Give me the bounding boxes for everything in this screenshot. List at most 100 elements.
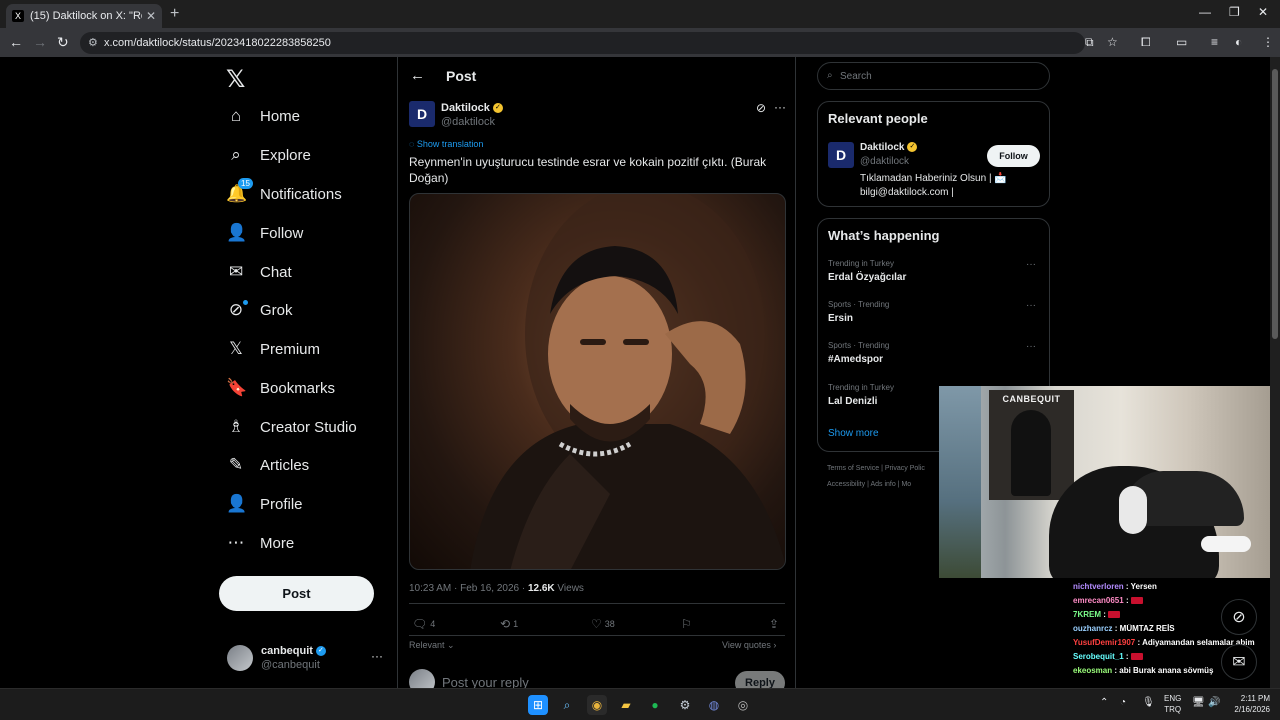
grok-explain-icon[interactable]: ⊘	[756, 101, 766, 115]
follow-button[interactable]: Follow	[987, 145, 1040, 167]
trend-more-icon[interactable]: ···	[1026, 300, 1036, 311]
site-info-icon[interactable]: ⚙	[88, 36, 98, 49]
divider	[409, 635, 785, 636]
view-quotes-link[interactable]: View quotes ›	[722, 640, 776, 650]
relevant-avatar[interactable]: D	[828, 142, 854, 168]
bookmark-star-icon[interactable]: ☆	[1107, 35, 1118, 49]
bookmark-button[interactable]: ⚐	[681, 617, 692, 631]
post-image[interactable]	[409, 193, 786, 570]
grok-float-icon[interactable]: ⊘	[1221, 599, 1257, 635]
trend-item[interactable]: Ersin	[828, 313, 853, 324]
tray-app-icon[interactable]: ◔	[1120, 697, 1126, 708]
nav-articles[interactable]: ✎ Articles	[226, 450, 309, 480]
repost-icon: ⟲	[500, 617, 511, 631]
nav-home[interactable]: ⌂ Home	[226, 101, 300, 131]
bio-email-link[interactable]: bilgi@daktilock.com |	[860, 186, 1040, 200]
minimize-icon[interactable]: —	[1199, 5, 1211, 19]
chrome-icon[interactable]: ◉	[587, 695, 607, 715]
search-input[interactable]: ⌕ Search	[817, 62, 1050, 90]
nav-profile[interactable]: 👤 Profile	[226, 489, 303, 519]
browser-menu-icon[interactable]: ⋮	[1262, 35, 1274, 49]
scrollbar-thumb[interactable]	[1272, 69, 1278, 339]
x-logo-icon[interactable]: 𝕏	[226, 65, 245, 94]
nav-grok[interactable]: ⊘ Grok	[226, 295, 293, 325]
close-tab-icon[interactable]: ✕	[146, 9, 156, 23]
author-handle[interactable]: @daktilock	[441, 116, 495, 128]
spotify-icon[interactable]: ●	[645, 695, 665, 715]
reply-sort-dropdown[interactable]: Relevant ⌄	[409, 640, 455, 651]
nav-explore[interactable]: ⌕ Explore	[226, 140, 311, 170]
sidepanel-icon[interactable]: ▭	[1176, 35, 1187, 49]
install-app-icon[interactable]: ⧉	[1085, 35, 1094, 50]
post-timestamp[interactable]: 10:23 AM · Feb 16, 2026 ·	[409, 583, 528, 594]
nav-premium[interactable]: 𝕏 Premium	[226, 334, 320, 364]
url-text: x.com/daktilock/status/20234180222838582…	[104, 37, 331, 49]
nav-chat[interactable]: ✉ Chat	[226, 257, 292, 287]
search-icon: ⌕	[827, 70, 833, 81]
account-more-icon[interactable]: ···	[371, 649, 383, 663]
repost-button[interactable]: ⟲ 1	[500, 617, 518, 631]
webcam-poster: CANBEQUIT	[989, 390, 1074, 500]
footer-links-row-1[interactable]: Terms of Service | Privacy Polic	[827, 465, 925, 472]
relevant-name[interactable]: Daktilock	[860, 142, 904, 153]
discord-icon[interactable]: ◍	[704, 695, 724, 715]
share-button[interactable]: ⇪	[769, 617, 779, 631]
back-icon[interactable]: ←	[9, 34, 23, 50]
reading-list-icon[interactable]: ≡	[1211, 35, 1218, 49]
url-input[interactable]: ⚙ x.com/daktilock/status/202341802228385…	[80, 32, 1085, 54]
post-column: ← Post D Daktilock ✓ @daktilock ⊘ ··· ◌ S…	[397, 57, 796, 688]
trend-item[interactable]: Erdal Özyağcılar	[828, 272, 906, 283]
windows-start-icon[interactable]: ⊞	[528, 695, 548, 715]
trend-more-icon[interactable]: ···	[1026, 259, 1036, 270]
restore-icon[interactable]: ❐	[1229, 5, 1240, 19]
nav-label: Bookmarks	[260, 379, 336, 397]
show-translation-link[interactable]: ◌ Show translation	[409, 139, 483, 149]
nav-label: Profile	[260, 495, 303, 513]
reply-button[interactable]: 🗨 4	[412, 617, 435, 631]
footer-links-row-2[interactable]: Accessibility | Ads info | Mo	[827, 481, 911, 488]
microphone-icon[interactable]: 🎙	[1142, 697, 1155, 708]
verified-badge-icon: ✓	[315, 646, 326, 657]
file-explorer-icon[interactable]: ▰	[616, 695, 636, 715]
verified-badge-icon: ✓	[492, 103, 503, 114]
like-button[interactable]: ♡ 38	[591, 617, 615, 631]
trend-category: Sports · Trending	[828, 341, 890, 350]
messages-float-icon[interactable]: ✉	[1221, 644, 1257, 680]
language-indicator[interactable]: ENG TRQ	[1164, 693, 1181, 715]
account-switcher[interactable]: canbequit ✓ @canbequit ···	[227, 645, 387, 675]
nav-creator-studio[interactable]: ♗ Creator Studio	[226, 412, 356, 442]
reply-input[interactable]: Post your reply	[442, 675, 529, 688]
home-icon: ⌂	[230, 106, 242, 125]
nav-more[interactable]: ⋯ More	[226, 528, 295, 558]
volume-icon[interactable]: 🔊	[1208, 697, 1220, 708]
app-icon[interactable]: ◎	[733, 695, 753, 715]
extensions-icon[interactable]: ⧠	[1141, 35, 1151, 50]
post-button[interactable]: Post	[219, 576, 374, 611]
author-name[interactable]: Daktilock	[441, 102, 490, 114]
show-more-link[interactable]: Show more	[828, 428, 879, 439]
network-icon[interactable]: 🖥	[1192, 697, 1205, 708]
nav-notifications[interactable]: 🔔 15 Notifications	[226, 178, 342, 209]
nav-follow[interactable]: 👤 Follow	[226, 218, 303, 248]
tray-chevron-icon[interactable]: ⌃	[1100, 697, 1108, 708]
trend-more-icon[interactable]: ···	[1026, 341, 1036, 352]
close-window-icon[interactable]: ✕	[1258, 5, 1268, 19]
trend-item[interactable]: Lal Denizli	[828, 396, 877, 407]
trend-item[interactable]: #Amedspor	[828, 354, 883, 365]
back-arrow-icon[interactable]: ←	[410, 67, 425, 84]
new-tab-icon[interactable]: +	[170, 5, 179, 23]
search-taskbar-icon[interactable]: ⌕	[557, 695, 577, 715]
forward-icon[interactable]: →	[33, 34, 47, 50]
webcam-window	[939, 386, 981, 578]
more-options-icon[interactable]: ···	[774, 100, 786, 114]
browser-tab[interactable]: X (15) Daktilock on X: "Reynmen' ✕	[6, 4, 162, 28]
taskbar-clock[interactable]: 2:11 PM 2/16/2026	[1228, 693, 1270, 715]
nav-bookmarks[interactable]: 🔖 Bookmarks	[226, 373, 335, 403]
relevant-handle: @daktilock	[860, 156, 910, 167]
settings-icon[interactable]: ⚙	[675, 695, 695, 715]
profile-icon[interactable]: ◐	[1235, 35, 1242, 49]
author-avatar[interactable]: D	[409, 101, 435, 127]
reload-icon[interactable]: ↻	[57, 34, 69, 51]
reply-submit-button[interactable]: Reply	[735, 671, 785, 688]
glasses-icon	[1201, 536, 1251, 552]
